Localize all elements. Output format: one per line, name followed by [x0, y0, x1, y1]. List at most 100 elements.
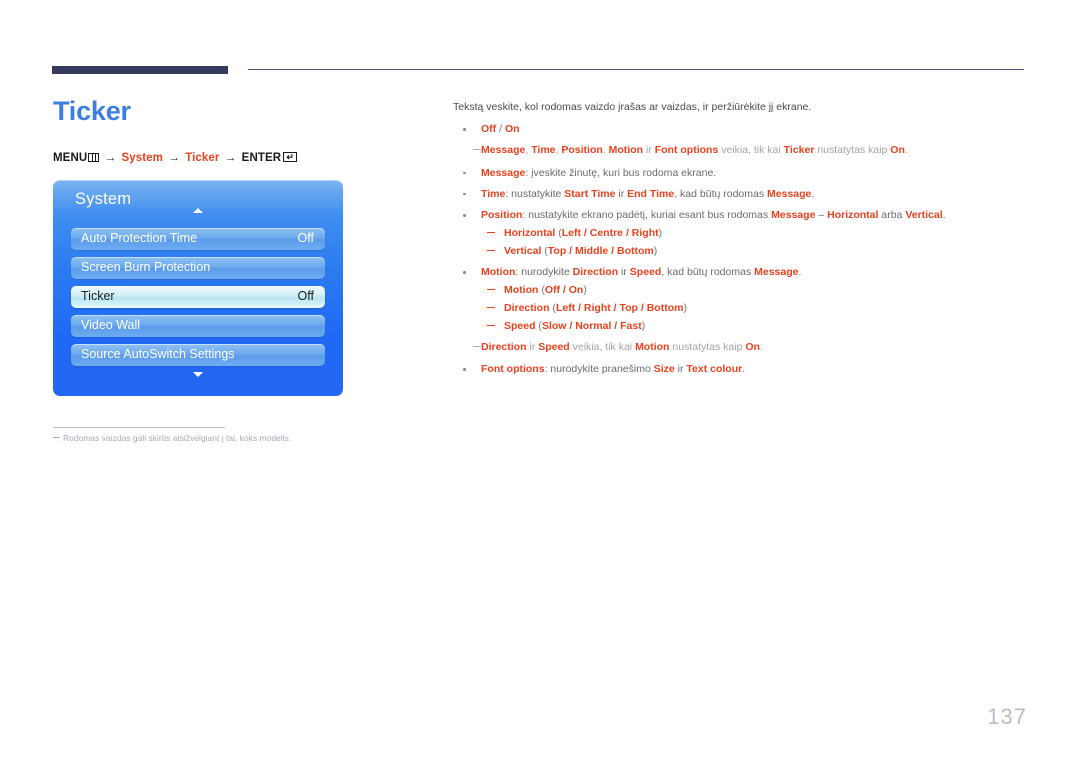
suboption-values: Left / Right / Top / Bottom: [555, 302, 684, 315]
osd-row-value: Off: [297, 231, 314, 245]
menu-bars-icon: [88, 153, 100, 162]
option-term-start-time: Start Time: [564, 187, 616, 200]
footnote-text: Rodomas vaizdas gali skirtis atsižvelgia…: [63, 433, 292, 443]
page-title: Ticker: [53, 96, 131, 126]
note-sep-4: ir: [643, 144, 655, 157]
suboption-term: Speed: [504, 319, 536, 332]
note-motion-dependency: Direction ir Speed veikia, tik kai Motio…: [453, 340, 1028, 355]
suboption-term: Direction: [504, 302, 550, 315]
osd-row-value: Off: [297, 289, 314, 303]
option-term-message-ref: Message: [771, 209, 816, 222]
option-desc-font-2: ir: [674, 363, 687, 376]
osd-row-source-autoswitch-settings[interactable]: Source AutoSwitch Settings: [71, 344, 325, 366]
option-desc-font-1: : nurodykite pranešimo: [544, 363, 654, 376]
option-term-speed: Speed: [629, 266, 662, 279]
osd-row-label: Screen Burn Protection: [81, 260, 211, 274]
osd-row-ticker[interactable]: Ticker Off: [71, 286, 325, 308]
note-term-time: Time: [531, 144, 556, 157]
osd-panel-title: System: [75, 190, 132, 208]
list-item-motion: Motion: nurodykite Direction ir Speed, k…: [453, 265, 1028, 334]
note-sep-1: ir: [526, 341, 539, 354]
position-suboptions: Horizontal (Left / Centre / Right) Verti…: [481, 226, 1028, 259]
breadcrumb-step-ticker: Ticker: [185, 152, 220, 164]
option-desc-time-1: : nustatykite: [505, 187, 565, 200]
option-desc-position-1: : nustatykite ekrano padėtį, kuriai esan…: [522, 209, 772, 222]
option-desc-font-3: .: [742, 363, 746, 376]
option-term-size: Size: [653, 363, 675, 376]
osd-row-label: Ticker: [81, 289, 115, 303]
option-term-text-colour: Text colour: [686, 363, 743, 376]
note-term-position: Position: [561, 144, 603, 157]
option-term-on: On: [504, 123, 520, 136]
option-term-time: Time: [481, 187, 506, 200]
caret-up-icon[interactable]: [193, 208, 203, 213]
option-desc-motion-4: .: [798, 266, 802, 279]
note-term-message: Message: [481, 144, 526, 157]
header-rule-thick: [52, 66, 228, 74]
header-rule: [52, 64, 1024, 76]
note-ticker-dependency: Message, Time, Position, Motion ir Font …: [453, 143, 1028, 158]
suboption-direction: Direction (Left / Right / Top / Bottom): [481, 301, 1028, 316]
suboption-close-paren: ): [658, 227, 663, 240]
breadcrumb-menu-label: MENU: [53, 152, 88, 164]
option-desc-motion-2: ir: [618, 266, 630, 279]
note-term-on: On: [745, 341, 760, 354]
option-desc-motion-3: , kad būtų rodomas: [661, 266, 755, 279]
intro-paragraph: Tekstą veskite, kol rodomas vaizdo įraša…: [453, 101, 812, 113]
option-term-message: Message: [481, 166, 526, 179]
options-list: Off / On Message, Time, Position, Motion…: [453, 122, 1028, 377]
note-term-motion: Motion: [608, 144, 644, 157]
suboption-vertical: Vertical (Top / Middle / Bottom): [481, 244, 1028, 259]
breadcrumb-enter-label: ENTER: [241, 152, 282, 164]
option-separator: /: [496, 123, 505, 136]
option-desc-motion-1: : nurodykite: [515, 266, 573, 279]
suboption-values: Slow / Normal / Fast: [541, 319, 642, 332]
suboption-horizontal: Horizontal (Left / Centre / Right): [481, 226, 1028, 241]
suboption-term: Horizontal: [504, 227, 556, 240]
suboption-values: Top / Middle / Bottom: [547, 245, 654, 258]
breadcrumb-arrow-2: →: [168, 152, 180, 164]
suboption-close-paren: ): [583, 284, 587, 297]
osd-menu-list: Auto Protection Time Off Screen Burn Pro…: [71, 228, 325, 373]
suboption-term: Vertical: [504, 245, 542, 258]
list-item-position: Position: nustatykite ekrano padėtį, kur…: [453, 208, 1028, 259]
note-term-direction: Direction: [481, 341, 527, 354]
list-item-off-on: Off / On: [453, 122, 1028, 137]
osd-row-label: Source AutoSwitch Settings: [81, 347, 235, 361]
option-term-message-ref: Message: [754, 266, 799, 279]
motion-suboptions: Motion (Off / On) Direction (Left / Righ…: [481, 283, 1028, 334]
caret-down-icon[interactable]: [193, 372, 203, 377]
suboption-values: Off / On: [544, 284, 584, 297]
osd-row-video-wall[interactable]: Video Wall: [71, 315, 325, 337]
option-term-font-options: Font options: [481, 363, 545, 376]
note-text-3: .: [904, 144, 908, 157]
osd-row-auto-protection-time[interactable]: Auto Protection Time Off: [71, 228, 325, 250]
list-item-message: Message: įveskite žinutę, kuri bus rodom…: [453, 166, 1028, 181]
list-item-font-options: Font options: nurodykite pranešimo Size …: [453, 362, 1028, 377]
enter-key-icon: ↵: [283, 152, 298, 162]
footnote-dash-icon: [53, 437, 60, 438]
option-desc-message: : įveskite žinutę, kuri bus rodoma ekran…: [525, 166, 717, 179]
note-text-2: nustatytas kaip: [814, 144, 891, 157]
option-term-direction: Direction: [572, 266, 619, 279]
option-desc-time-2: ir: [615, 187, 628, 200]
note-term-motion: Motion: [635, 341, 670, 354]
option-desc-position-2: –: [815, 209, 828, 222]
footnote-divider: [53, 427, 225, 428]
suboption-values: Left / Centre / Right: [561, 227, 659, 240]
option-term-motion: Motion: [481, 266, 516, 279]
option-desc-time-3: , kad būtų rodomas: [674, 187, 768, 200]
suboption-close-paren: ): [683, 302, 687, 315]
note-text-2: nustatytas kaip: [669, 341, 746, 354]
osd-row-screen-burn-protection[interactable]: Screen Burn Protection: [71, 257, 325, 279]
suboption-speed: Speed (Slow / Normal / Fast): [481, 319, 1028, 334]
breadcrumb: MENU → System → Ticker → ENTER ↵: [53, 152, 298, 164]
breadcrumb-arrow-3: →: [224, 152, 237, 164]
option-term-off: Off: [481, 123, 497, 136]
breadcrumb-arrow-1: →: [104, 152, 117, 164]
suboption-close-paren: ): [653, 245, 658, 258]
note-text-1: veikia, tik kai: [569, 341, 636, 354]
option-term-end-time: End Time: [627, 187, 675, 200]
suboption-term: Motion: [504, 284, 539, 297]
note-term-on: On: [890, 144, 905, 157]
